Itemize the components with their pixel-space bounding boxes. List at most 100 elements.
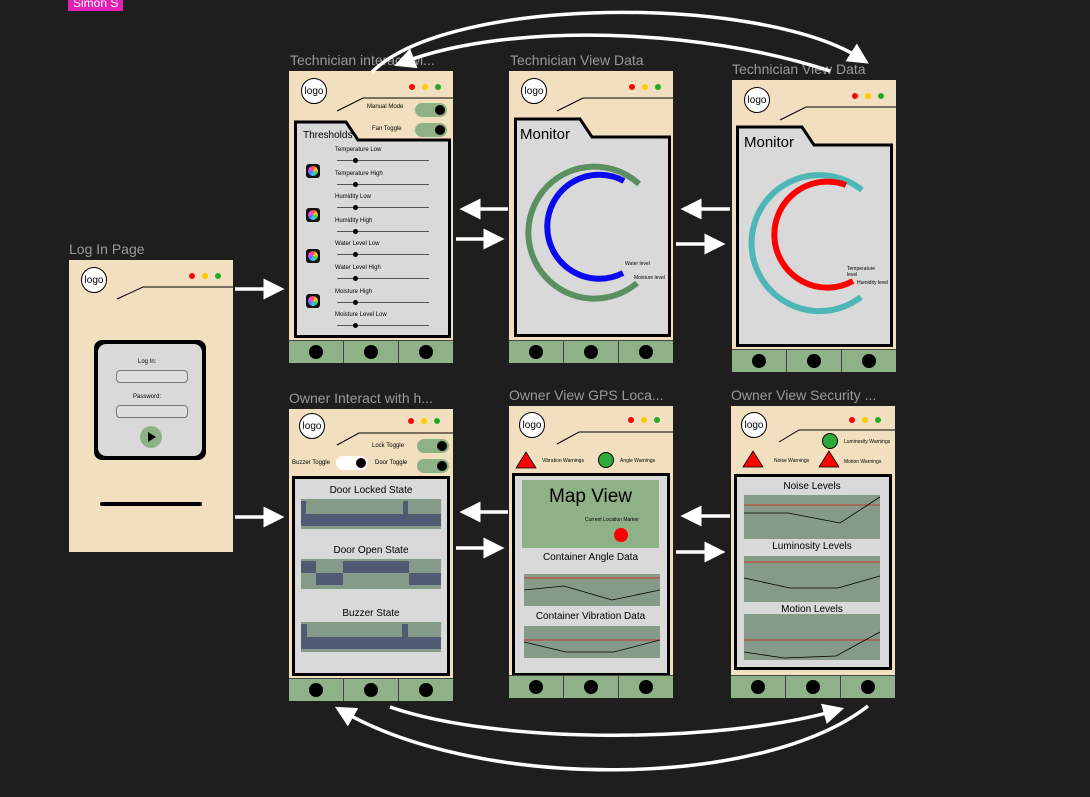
owner-interact-frame: logo Lock Toggle Buzzer Toggle Door Togg… <box>289 409 453 701</box>
nav-button[interactable] <box>289 341 344 363</box>
nav-button[interactable] <box>509 676 564 698</box>
login-frame: logo Log In: Password: <box>69 260 233 552</box>
noise-warnings-label: Noise Warnings <box>774 458 810 464</box>
legend-water: Water level <box>625 261 650 267</box>
nav-button[interactable] <box>619 676 673 698</box>
threshold-label: Moisture Level Low <box>335 312 387 319</box>
door-toggle[interactable] <box>417 459 449 473</box>
threshold-slider[interactable] <box>337 323 429 329</box>
nav-button[interactable] <box>842 350 896 372</box>
threshold-slider[interactable] <box>337 158 429 163</box>
legend-moisture: Moisture level <box>634 275 665 281</box>
bottom-nav <box>289 678 453 701</box>
buzzer-toggle[interactable] <box>336 456 368 470</box>
frame-label-owner-interact: Owner Interact with h... <box>289 390 433 406</box>
owner-security-frame: logo Luminosity Warnings Noise Warnings … <box>731 406 895 698</box>
frame-label-tech-interact: Technician interact wi... <box>290 52 435 68</box>
warning-triangle-icon <box>515 451 537 469</box>
luminosity-status-icon <box>822 433 838 449</box>
tech-interact-frame: logo Manual Mode Fan Toggle Thresholds T… <box>289 71 453 363</box>
monitor-panel <box>514 117 671 337</box>
header-divider <box>116 286 233 300</box>
threshold-label: Temperature Low <box>335 147 382 153</box>
owner-gps-frame: logo Vibration Warnings Angle Warnings M… <box>509 406 673 698</box>
author-tag: Simon S <box>68 0 124 11</box>
frame-label-owner-gps: Owner View GPS Loca... <box>509 387 664 403</box>
bottom-nav <box>289 340 453 363</box>
door-locked-chart <box>301 499 441 529</box>
luminosity-warnings-label: Luminosity Warnings <box>844 439 891 445</box>
nav-button[interactable] <box>344 341 399 363</box>
monitor-title: Monitor <box>520 126 571 143</box>
header-divider <box>556 431 673 445</box>
threshold-slider[interactable] <box>337 205 429 211</box>
play-icon <box>148 432 156 442</box>
thresholds-title: Thresholds <box>303 130 353 141</box>
login-input[interactable] <box>116 370 188 383</box>
warning-triangle-icon <box>742 450 764 468</box>
nav-button[interactable] <box>399 679 453 701</box>
color-wheel-icon <box>306 164 320 178</box>
play-button[interactable] <box>140 426 162 448</box>
chart-title-vibration: Container Vibration Data <box>535 611 646 622</box>
bottom-nav <box>509 675 673 698</box>
motion-chart <box>744 614 880 660</box>
threshold-label: Moisture High <box>335 288 373 295</box>
threshold-slider[interactable] <box>337 252 429 258</box>
nav-button[interactable] <box>731 676 786 698</box>
nav-button[interactable] <box>289 679 344 701</box>
home-indicator <box>100 502 202 506</box>
nav-button[interactable] <box>841 676 895 698</box>
color-wheel-icon <box>306 249 320 263</box>
nav-button[interactable] <box>732 350 787 372</box>
slider-knob[interactable] <box>353 276 358 281</box>
monitor-panel <box>736 125 893 347</box>
manual-mode-toggle[interactable] <box>415 103 447 117</box>
vibration-warnings-label: Vibration Warnings <box>542 458 584 464</box>
threshold-slider[interactable] <box>337 299 429 305</box>
threshold-label: Humidity High <box>335 217 373 224</box>
luminosity-chart <box>744 556 880 602</box>
nav-button[interactable] <box>564 341 619 363</box>
nav-button[interactable] <box>787 350 842 372</box>
nav-button[interactable] <box>399 341 453 363</box>
threshold-label: Humidity Low <box>335 194 372 201</box>
slider-knob[interactable] <box>353 158 358 163</box>
password-label: Password: <box>133 394 162 400</box>
chart-title-angle: Container Angle Data <box>542 552 639 563</box>
bottom-nav <box>509 340 673 363</box>
nav-button[interactable] <box>564 676 619 698</box>
chart-title-buzzer: Buzzer State <box>342 608 400 619</box>
map-view-title: Map View <box>548 486 633 507</box>
monitor-title: Monitor <box>744 134 795 151</box>
warning-triangle-icon <box>818 450 840 468</box>
color-wheel-icon <box>306 294 320 308</box>
frame-label-tech-view-2: Technician View Data <box>732 61 866 77</box>
angle-status-icon <box>598 452 614 468</box>
slider-knob[interactable] <box>353 228 358 234</box>
location-marker-icon[interactable] <box>614 528 628 542</box>
nav-button[interactable] <box>344 679 399 701</box>
password-input[interactable] <box>116 405 188 418</box>
threshold-slider[interactable] <box>337 181 429 187</box>
angle-chart <box>524 574 660 606</box>
threshold-slider[interactable] <box>337 228 429 234</box>
slider-knob[interactable] <box>353 299 358 305</box>
login-card: Log In: Password: <box>94 340 206 460</box>
header-divider <box>556 97 673 112</box>
threshold-label: Water Level Low <box>335 241 380 248</box>
motion-warnings-label: Motion Warnings <box>844 459 882 465</box>
marker-label: Current Location Marker <box>585 517 639 523</box>
threshold-label: Temperature High <box>335 170 383 177</box>
lock-toggle[interactable] <box>417 439 449 453</box>
noise-chart <box>744 495 880 539</box>
door-open-chart <box>301 559 441 589</box>
threshold-slider[interactable] <box>337 276 429 281</box>
nav-button[interactable] <box>619 341 673 363</box>
nav-button[interactable] <box>786 676 841 698</box>
bottom-nav <box>731 675 895 698</box>
bottom-nav <box>732 349 896 372</box>
chart-title-luminosity: Luminosity Levels <box>772 541 852 552</box>
nav-button[interactable] <box>509 341 564 363</box>
slider-knob[interactable] <box>353 181 358 187</box>
